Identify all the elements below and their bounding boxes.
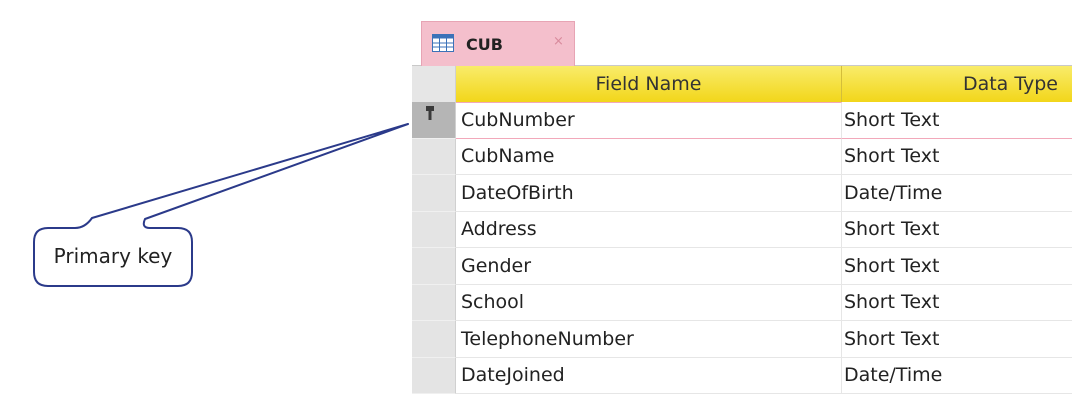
table-row[interactable]: CubName Short Text	[412, 138, 1072, 175]
row-selector[interactable]	[412, 357, 456, 394]
field-name-cell[interactable]: TelephoneNumber	[456, 321, 842, 358]
row-selector[interactable]	[412, 284, 456, 321]
grid-header: Field Name Data Type	[412, 66, 1072, 102]
data-type-cell[interactable]: Short Text	[842, 212, 1072, 248]
row-selector[interactable]	[412, 248, 456, 285]
key-icon	[426, 106, 434, 120]
table-row[interactable]: CubNumber Short Text	[412, 102, 1072, 139]
row-selector[interactable]	[412, 175, 456, 212]
data-type-cell[interactable]: Date/Time	[842, 358, 1072, 394]
data-type-cell[interactable]: Short Text	[842, 321, 1072, 358]
table-row[interactable]: Address Short Text	[412, 211, 1072, 248]
table-design-window: CUB × Field Name Data Type CubNumber Shor…	[412, 16, 1072, 404]
data-type-cell[interactable]: Short Text	[842, 248, 1072, 285]
data-type-cell[interactable]: Short Text	[842, 102, 1072, 139]
field-name-cell[interactable]: CubNumber	[456, 102, 842, 139]
data-type-cell[interactable]: Short Text	[842, 139, 1072, 175]
row-selector[interactable]	[412, 211, 456, 248]
table-row[interactable]: DateJoined Date/Time	[412, 357, 1072, 394]
data-type-cell[interactable]: Short Text	[842, 285, 1072, 321]
column-header-data-type[interactable]: Data Type	[842, 66, 1072, 102]
tab-cub[interactable]: CUB ×	[421, 21, 575, 66]
field-name-cell[interactable]: DateOfBirth	[456, 175, 842, 212]
field-name-cell[interactable]: CubName	[456, 138, 842, 175]
close-icon[interactable]: ×	[553, 34, 564, 49]
table-row[interactable]: TelephoneNumber Short Text	[412, 321, 1072, 358]
tab-label: CUB	[466, 35, 503, 54]
table-row[interactable]: Gender Short Text	[412, 248, 1072, 285]
column-header-field-name[interactable]: Field Name	[456, 66, 842, 102]
tab-bar: CUB ×	[412, 16, 1072, 66]
row-selector[interactable]	[412, 321, 456, 358]
row-selector-header	[412, 66, 456, 102]
field-name-cell[interactable]: DateJoined	[456, 357, 842, 394]
data-type-cell[interactable]: Date/Time	[842, 175, 1072, 212]
row-selector[interactable]	[412, 138, 456, 175]
field-name-cell[interactable]: Gender	[456, 248, 842, 285]
field-name-cell[interactable]: School	[456, 284, 842, 321]
row-selector[interactable]	[412, 102, 456, 139]
table-icon	[432, 34, 454, 52]
table-row[interactable]: School Short Text	[412, 284, 1072, 321]
table-row[interactable]: DateOfBirth Date/Time	[412, 175, 1072, 212]
callout-label: Primary key	[53, 244, 173, 268]
field-name-cell[interactable]: Address	[456, 211, 842, 248]
grid-rows: CubNumber Short Text CubName Short Text Date…	[412, 102, 1072, 394]
